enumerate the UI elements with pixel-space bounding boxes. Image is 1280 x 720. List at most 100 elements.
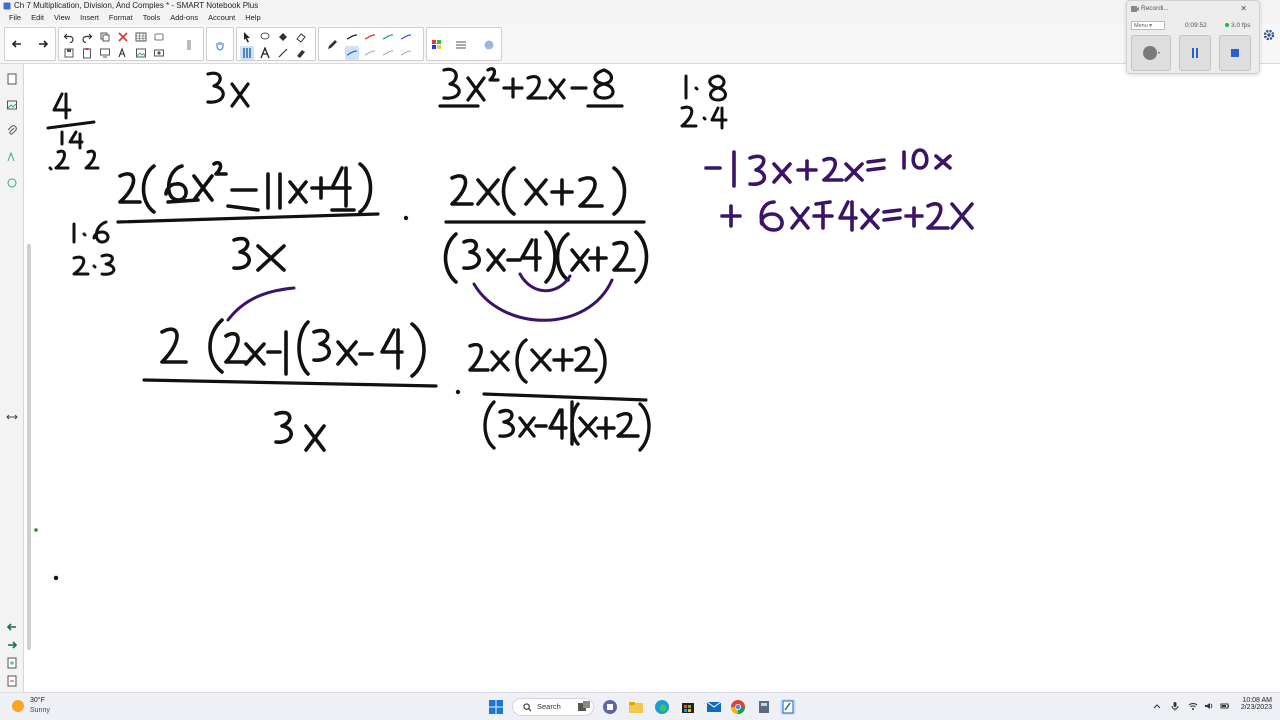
tool-app-icon[interactable]	[756, 699, 772, 715]
pen-style-thin-3[interactable]	[399, 46, 413, 60]
text-button[interactable]	[258, 46, 272, 60]
menu-help[interactable]: Help	[240, 12, 265, 24]
undo-button[interactable]	[62, 30, 76, 44]
menu-account[interactable]: Account	[203, 12, 240, 24]
image-button[interactable]	[134, 46, 148, 60]
select-tool-button[interactable]	[240, 30, 254, 44]
weather-condition: Sunny	[30, 707, 50, 714]
windows-start-icon[interactable]	[488, 699, 504, 715]
properties-group	[426, 27, 502, 61]
record-start-button[interactable]	[1131, 35, 1171, 71]
menu-edit[interactable]: Edit	[26, 12, 49, 24]
stroke-green-icon	[382, 34, 394, 40]
menu-tools[interactable]: Tools	[138, 12, 166, 24]
screen-shade-button[interactable]	[98, 46, 112, 60]
recorder-elapsed-time: 0:09:52	[1185, 22, 1207, 29]
line-style-button[interactable]	[454, 38, 468, 52]
delete-button[interactable]	[116, 30, 130, 44]
paste-button[interactable]	[80, 46, 94, 60]
sidebar-prev-page[interactable]	[5, 620, 19, 634]
chrome-browser-icon[interactable]	[730, 699, 746, 715]
ink-fraction2-denominator	[443, 230, 649, 284]
shapes-button[interactable]	[152, 30, 166, 44]
redo-button[interactable]	[80, 30, 94, 44]
mail-icon[interactable]	[706, 699, 722, 715]
gallery-tab[interactable]	[5, 98, 19, 112]
menu-format[interactable]: Format	[104, 12, 138, 24]
pen-type-button[interactable]	[325, 38, 339, 52]
smart-notebook-taskbar-icon[interactable]	[780, 699, 796, 715]
addons-tab[interactable]	[5, 176, 19, 190]
edge-browser-icon[interactable]	[654, 699, 670, 715]
microphone-icon[interactable]	[1170, 701, 1180, 711]
clock-time: 10:08 AM	[1242, 697, 1272, 704]
file-explorer-icon[interactable]	[628, 699, 644, 715]
clipboard-icon	[83, 48, 91, 59]
fill-tool-button[interactable]	[276, 30, 290, 44]
whiteboard-canvas[interactable]	[32, 64, 1280, 692]
pan-button[interactable]	[213, 38, 227, 52]
ink-fraction1-numerator	[118, 160, 373, 214]
battery-icon[interactable]	[1220, 701, 1230, 711]
menu-add-ons[interactable]: Add-ons	[165, 12, 203, 24]
pen-style-green[interactable]	[381, 30, 395, 44]
delete-page-button[interactable]	[5, 674, 19, 688]
transparency-button[interactable]	[482, 38, 496, 52]
save-button[interactable]	[62, 46, 76, 60]
sun-weather-icon[interactable]	[12, 700, 24, 712]
stop-button[interactable]	[1219, 35, 1251, 71]
stroke-thin-icon	[364, 50, 376, 56]
previous-page-button[interactable]	[10, 37, 24, 51]
toolbar-dock-button[interactable]	[182, 38, 196, 52]
teams-chat-icon[interactable]	[602, 699, 618, 715]
sidebar-next-page[interactable]	[5, 638, 19, 652]
system-clock[interactable]: 10:08 AM 2/23/2023	[1232, 697, 1272, 711]
line-weight-icon	[456, 41, 466, 49]
color-palette-button[interactable]	[430, 38, 444, 52]
volume-icon[interactable]	[1204, 701, 1214, 711]
pen-style-selected[interactable]	[345, 46, 359, 60]
task-view-icon[interactable]	[576, 699, 592, 715]
menu-file[interactable]: File	[4, 12, 26, 24]
recorder-close-button[interactable]: ✕	[1240, 4, 1247, 13]
page-sorter-tab[interactable]	[5, 72, 19, 86]
vertical-scrollbar[interactable]	[27, 244, 31, 650]
pen-style-thin-1[interactable]	[363, 46, 377, 60]
text-format-icon	[118, 47, 126, 58]
title-bar: Ch 7 Multiplication, Division, And Compl…	[0, 0, 1280, 12]
record-circle-icon	[1143, 46, 1160, 60]
next-page-button[interactable]	[36, 37, 50, 51]
menu-view[interactable]: View	[49, 12, 75, 24]
stroke-thin-icon	[400, 50, 412, 56]
ink-factors-1-8	[680, 74, 728, 130]
pen-tool-button[interactable]	[240, 46, 254, 60]
move-sidebar-handle[interactable]	[5, 410, 19, 424]
lasso-tool-button[interactable]	[258, 30, 272, 44]
recorder-fps-value: 3.0 fps	[1231, 22, 1251, 29]
recorder-title: Recordi...	[1141, 5, 1169, 12]
eraser-tool-button[interactable]	[294, 30, 308, 44]
pen-style-red[interactable]	[363, 30, 377, 44]
store-icon[interactable]	[680, 699, 696, 715]
page-nav-group	[4, 27, 56, 61]
ink-fraction3-bar	[142, 378, 438, 388]
text-tool-button[interactable]	[116, 46, 130, 60]
pen-style-blue[interactable]	[399, 30, 413, 44]
attachments-tab[interactable]	[5, 124, 19, 138]
insert-table-button[interactable]	[134, 30, 148, 44]
wifi-icon[interactable]	[1188, 701, 1198, 711]
stroke-blue-icon	[346, 50, 358, 56]
menu-insert[interactable]: Insert	[75, 12, 104, 24]
settings-gear-icon[interactable]	[1262, 28, 1276, 42]
pause-button[interactable]	[1179, 35, 1211, 71]
pen-style-black[interactable]	[345, 30, 359, 44]
clone-button[interactable]	[98, 30, 112, 44]
add-page-button[interactable]	[5, 656, 19, 670]
pen-style-thin-2[interactable]	[381, 46, 395, 60]
properties-tab[interactable]	[5, 150, 19, 164]
line-tool-button[interactable]	[276, 46, 290, 60]
recorder-menu-dropdown[interactable]: Menu ▾	[1131, 21, 1165, 30]
eraser-button-2[interactable]	[294, 46, 308, 60]
record-button[interactable]	[152, 46, 166, 60]
chevron-up-icon[interactable]	[1152, 701, 1162, 711]
